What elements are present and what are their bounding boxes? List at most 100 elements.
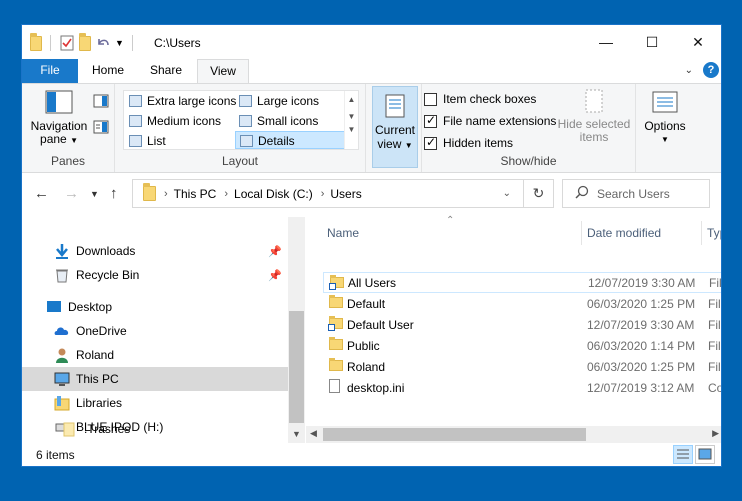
column-header-type[interactable]: Typ: [707, 221, 721, 245]
layout-list[interactable]: List: [125, 132, 235, 150]
address-bar[interactable]: › This PC › Local Disk (C:) › Users ⌄ ↻: [132, 179, 554, 208]
navigation-pane-icon: [45, 90, 73, 116]
tab-file[interactable]: File: [22, 59, 78, 83]
maximize-button[interactable]: ☐: [629, 25, 675, 59]
chevron-down-icon: ▼: [661, 135, 669, 144]
file-row-default[interactable]: Default 06/03/2020 1:25 PM File: [323, 293, 721, 314]
file-row-public[interactable]: Public 06/03/2020 1:14 PM File: [323, 335, 721, 356]
column-header-name[interactable]: Name: [327, 221, 359, 245]
layout-small-icons[interactable]: Small icons: [235, 112, 345, 130]
details-pane-icon[interactable]: [93, 120, 109, 137]
up-arrow-icon[interactable]: ↑: [110, 185, 118, 202]
status-bar: 6 items: [22, 443, 721, 466]
help-icon[interactable]: ?: [703, 62, 719, 78]
ribbon: Navigation pane ▼ Panes Layout Extra lar…: [22, 83, 721, 173]
layout-details[interactable]: Details: [235, 131, 345, 149]
options-button[interactable]: Options ▼: [640, 90, 690, 146]
folder-icon: [30, 32, 42, 51]
navigation-pane: Downloads 📌 Recycle Bin 📌 Desktop OneDri…: [22, 217, 305, 443]
layout-extra-large-icons[interactable]: Extra large icons: [125, 92, 236, 110]
nav-item-trashes-label[interactable]: .Trashes: [22, 417, 288, 441]
navigation-pane-button[interactable]: Navigation pane ▼: [26, 90, 92, 147]
preview-pane-icon[interactable]: [93, 94, 109, 111]
layout-gallery: Extra large icons Large icons Medium ico…: [123, 90, 359, 150]
nav-item-libraries[interactable]: Libraries: [22, 391, 288, 415]
minimize-button[interactable]: —: [583, 25, 629, 59]
details-icon: [240, 135, 253, 147]
item-check-boxes-checkbox[interactable]: [424, 92, 437, 106]
file-name-extensions-option[interactable]: File name extensions: [424, 112, 556, 130]
layout-group-label: Layout: [221, 154, 259, 168]
tab-share[interactable]: Share: [140, 59, 192, 83]
back-arrow-icon[interactable]: ←: [34, 185, 49, 202]
hide-selected-items-button[interactable]: Hide selected items: [556, 88, 632, 144]
options-icon: [651, 90, 679, 116]
layout-medium-icons[interactable]: Medium icons: [125, 112, 235, 130]
group-current-view: [366, 84, 422, 172]
breadcrumb-separator-icon[interactable]: ›: [164, 188, 168, 200]
file-row-default-user[interactable]: Default User 12/07/2019 3:30 AM File: [323, 314, 721, 335]
forward-arrow-icon[interactable]: →: [64, 185, 79, 202]
layout-large-icons[interactable]: Large icons: [235, 92, 345, 110]
breadcrumb-local-disk[interactable]: Local Disk (C:): [234, 187, 313, 201]
pin-icon[interactable]: 📌: [268, 269, 282, 282]
new-folder-icon[interactable]: [79, 32, 91, 51]
show-hide-group-label: Show/hide: [500, 154, 557, 168]
nav-item-roland[interactable]: Roland: [22, 343, 288, 367]
folder-icon: [143, 183, 156, 201]
address-history-icon[interactable]: ⌄: [503, 188, 511, 199]
nav-item-recycle-bin[interactable]: Recycle Bin 📌: [22, 263, 288, 287]
libraries-icon: [54, 395, 70, 411]
item-check-boxes-option[interactable]: Item check boxes: [424, 90, 536, 108]
column-divider[interactable]: [581, 221, 582, 245]
tab-view[interactable]: View: [197, 59, 249, 84]
folder-icon: [329, 358, 343, 374]
breadcrumb-this-pc[interactable]: This PC: [174, 187, 217, 201]
extra-large-icons-icon: [129, 95, 142, 107]
search-box[interactable]: Search Users: [562, 179, 710, 208]
breadcrumb-separator-icon[interactable]: ›: [224, 188, 228, 200]
expand-gallery-icon[interactable]: ▼: [345, 125, 358, 134]
navigation-pane-scrollbar[interactable]: ▼: [288, 217, 305, 443]
search-icon: [575, 185, 589, 202]
scroll-left-icon[interactable]: ◀: [310, 428, 317, 439]
chevron-down-icon[interactable]: ⌄: [685, 65, 693, 76]
recent-locations-icon[interactable]: ▼: [90, 189, 99, 199]
column-header-date[interactable]: Date modified: [587, 221, 661, 245]
hide-selected-label-2: items: [579, 130, 609, 144]
navigation-bar: ← → ▼ ↑ › This PC › Local Disk (C:) › Us…: [22, 173, 721, 217]
scroll-up-icon[interactable]: ▲: [345, 95, 358, 104]
scroll-down-icon[interactable]: ▼: [288, 429, 305, 439]
hidden-items-option[interactable]: Hidden items: [424, 134, 513, 152]
properties-icon[interactable]: [59, 35, 75, 51]
nav-item-desktop[interactable]: Desktop: [22, 295, 288, 319]
column-divider[interactable]: [701, 221, 702, 245]
nav-item-onedrive[interactable]: OneDrive: [22, 319, 288, 343]
file-list-hscrollbar[interactable]: ◀ ▶: [306, 426, 721, 443]
tab-home[interactable]: Home: [84, 59, 132, 83]
breadcrumb-users[interactable]: Users: [330, 187, 361, 201]
details-view-button[interactable]: [673, 445, 693, 464]
undo-icon[interactable]: [95, 35, 111, 51]
file-row-desktop-ini[interactable]: desktop.ini 12/07/2019 3:12 AM Co: [323, 377, 721, 398]
large-icons-view-button[interactable]: [695, 445, 715, 464]
file-name-extensions-checkbox[interactable]: [424, 113, 437, 128]
scroll-thumb[interactable]: [289, 311, 304, 423]
file-row-roland[interactable]: Roland 06/03/2020 1:25 PM File: [323, 356, 721, 377]
layout-gallery-scroll[interactable]: ▲ ▼ ▼: [344, 91, 358, 149]
scroll-right-icon[interactable]: ▶: [712, 428, 719, 439]
nav-item-downloads[interactable]: Downloads 📌: [22, 239, 288, 263]
pin-icon[interactable]: 📌: [268, 245, 282, 258]
download-arrow-icon: [54, 243, 70, 259]
folder-shortcut-icon: [328, 316, 343, 332]
customize-qat-icon[interactable]: ▼: [115, 38, 124, 48]
window-title: C:\Users: [154, 36, 201, 50]
scroll-down-icon[interactable]: ▼: [345, 112, 358, 121]
close-button[interactable]: ✕: [675, 25, 721, 59]
refresh-icon[interactable]: ↻: [523, 180, 553, 207]
hidden-items-checkbox[interactable]: [424, 135, 437, 150]
breadcrumb-separator-icon[interactable]: ›: [321, 188, 325, 200]
nav-item-this-pc[interactable]: This PC: [22, 367, 288, 391]
file-row-all-users[interactable]: All Users 12/07/2019 3:30 AM File: [323, 272, 721, 293]
scroll-thumb[interactable]: [323, 428, 586, 441]
